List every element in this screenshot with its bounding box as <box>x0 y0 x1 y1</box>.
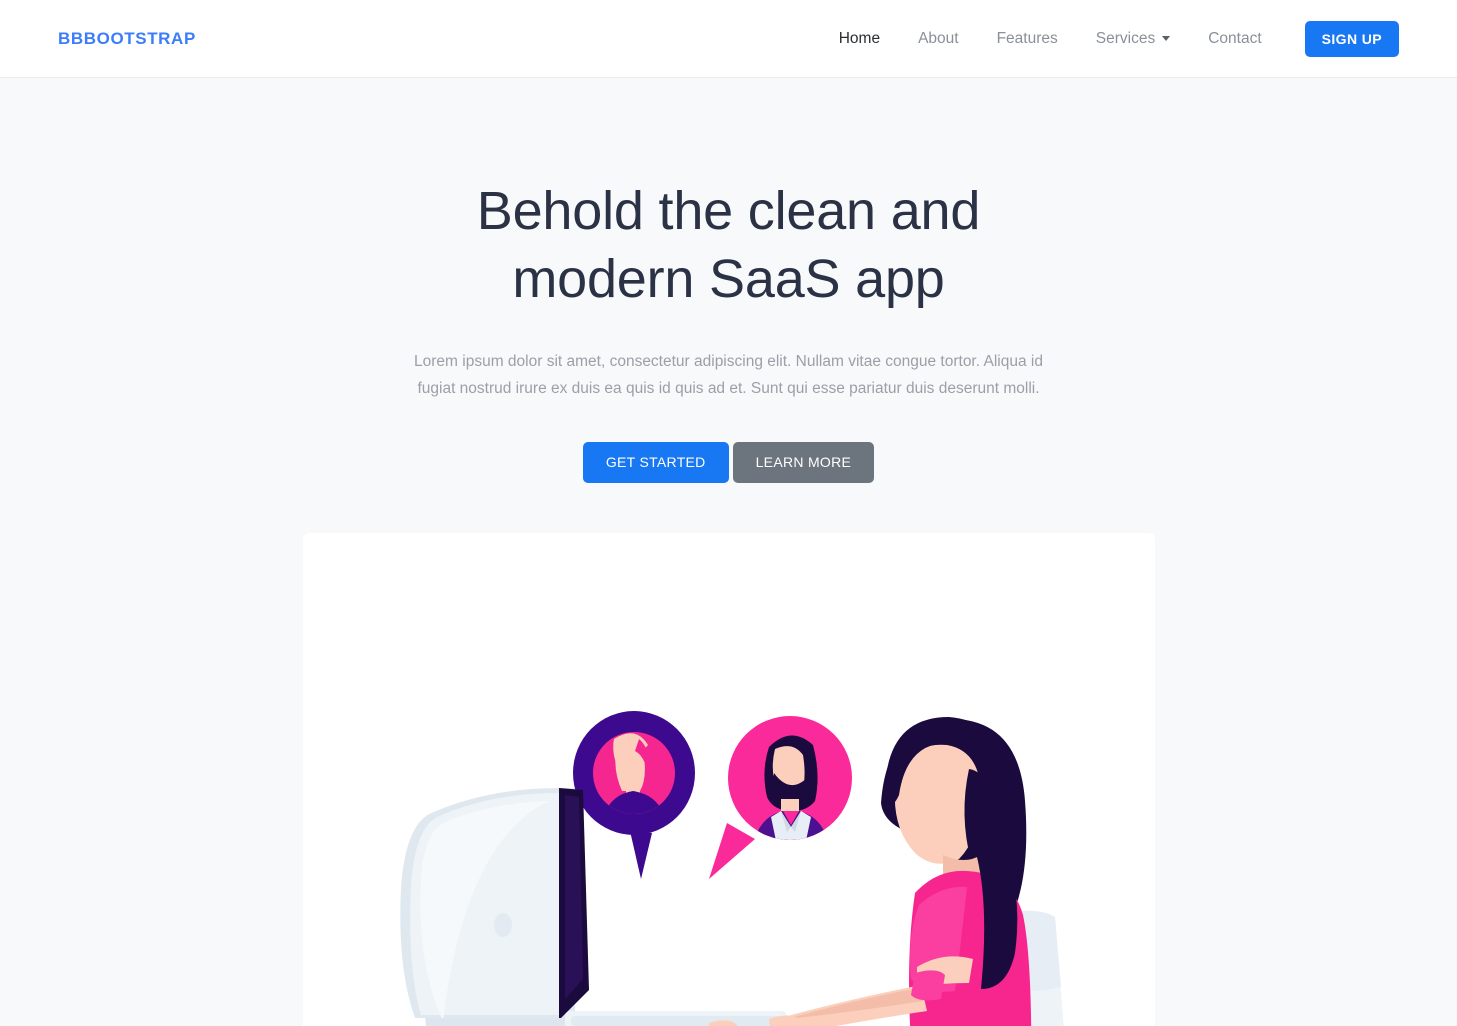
chat-bubble-right-icon <box>708 716 852 880</box>
sign-up-button[interactable]: SIGN UP <box>1304 20 1399 57</box>
nav-link-about[interactable]: About <box>899 31 978 47</box>
hero-section: Behold the clean and modern SaaS app Lor… <box>0 78 1457 1026</box>
nav-link-features[interactable]: Features <box>978 31 1077 47</box>
nav-link-services[interactable]: Services <box>1077 31 1189 47</box>
keyboard-shape <box>564 1011 787 1026</box>
nav-link-contact[interactable]: Contact <box>1189 31 1280 47</box>
top-navbar: BBBOOTSTRAP Home About Features Services… <box>0 0 1457 78</box>
brand-logo[interactable]: BBBOOTSTRAP <box>58 29 196 49</box>
get-started-button[interactable]: GET STARTED <box>582 442 729 484</box>
nav-link-services-label: Services <box>1095 29 1156 47</box>
page-title-line-1: Behold the clean and <box>476 181 981 241</box>
chat-bubble-left-icon <box>572 711 695 880</box>
chevron-down-icon <box>1162 36 1171 41</box>
computer-monitor <box>399 788 589 1026</box>
primary-navigation: Home About Features Services Contact SIG… <box>820 20 1399 57</box>
page-title-line-2: modern SaaS app <box>512 249 945 310</box>
page-title: Behold the clean and modern SaaS app <box>369 177 1089 313</box>
nav-link-home[interactable]: Home <box>820 31 899 47</box>
illustration-card-wrapper <box>0 533 1457 1026</box>
hero-subtitle: Lorem ipsum dolor sit amet, consectetur … <box>414 353 1043 397</box>
hero-cta-group: GET STARTED LEARN MORE <box>0 442 1457 484</box>
woman-at-computer-illustration <box>399 711 1064 1026</box>
hero-illustration-card <box>302 533 1155 1026</box>
learn-more-button[interactable]: LEARN MORE <box>732 442 875 484</box>
